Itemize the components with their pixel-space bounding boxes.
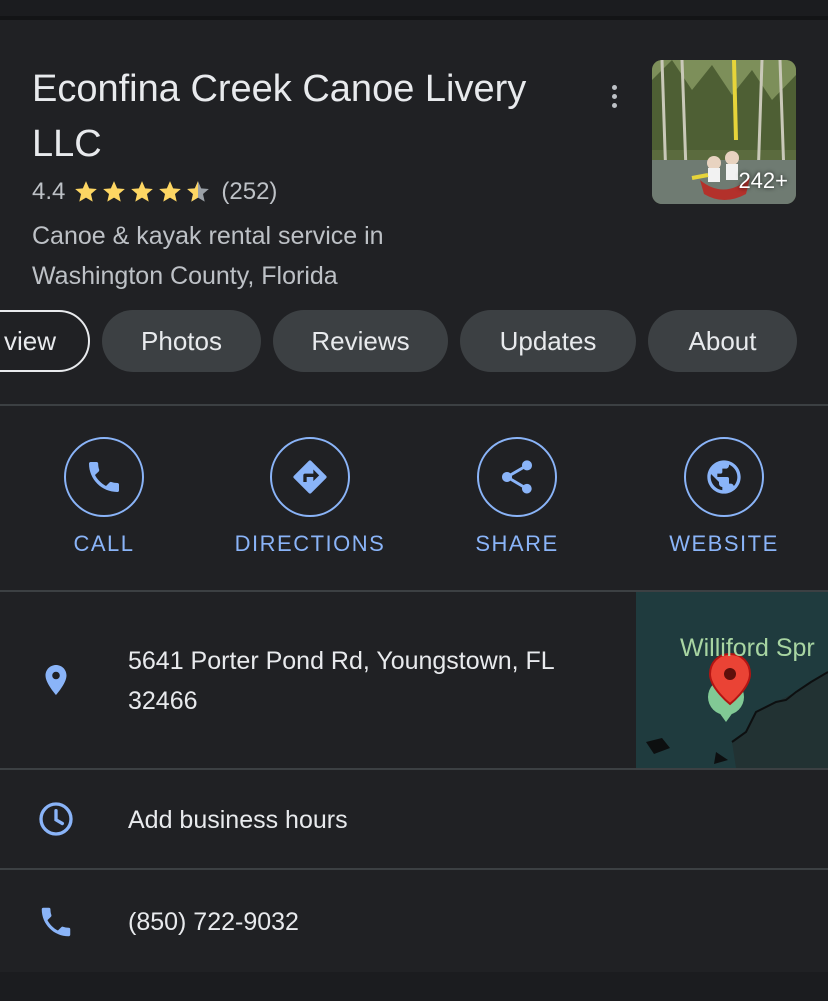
place-header: Econfina Creek Canoe Livery LLC 242+ 4.4 [0, 20, 828, 405]
star-icon [131, 181, 154, 202]
share-label: SHARE [475, 531, 559, 556]
more-options-button[interactable] [596, 78, 632, 114]
star-icon [159, 181, 182, 202]
star-icon [103, 181, 126, 202]
phone-icon [34, 900, 78, 944]
tab-overview[interactable]: view [0, 310, 90, 372]
rating-value: 4.4 [32, 178, 66, 205]
rating-row[interactable]: 4.4 (252) [32, 176, 277, 208]
tab-reviews[interactable]: Reviews [273, 310, 448, 372]
hours-text: Add business hours [128, 806, 348, 834]
address-text: 5641 Porter Pond Rd, Youngstown, FL 3246… [128, 647, 554, 715]
website-button[interactable]: WEBSITE [634, 437, 814, 557]
place-title: Econfina Creek Canoe Livery LLC [32, 68, 527, 165]
share-icon [502, 460, 532, 494]
phone-icon [89, 462, 119, 492]
rating-stars [73, 179, 213, 205]
globe-icon [707, 460, 741, 494]
tab-about[interactable]: About [648, 310, 797, 372]
hours-row[interactable]: Add business hours [0, 770, 828, 868]
phone-text: (850) 722-9032 [128, 908, 299, 936]
call-label: CALL [73, 531, 135, 556]
directions-icon [293, 460, 327, 494]
place-photo-thumbnail[interactable]: 242+ [652, 60, 796, 204]
star-half-icon [187, 181, 210, 202]
directions-button[interactable]: DIRECTIONS [220, 437, 400, 557]
call-button[interactable]: CALL [14, 437, 194, 557]
phone-row[interactable]: (850) 722-9032 [0, 870, 828, 970]
more-vert-icon [611, 84, 617, 90]
map-image [636, 592, 828, 768]
bottom-bar [0, 972, 828, 1001]
place-category: Canoe & kayak rental service in Washingt… [32, 222, 384, 290]
star-icon [75, 181, 98, 202]
map-place-label: Williford Spr [680, 634, 815, 662]
place-tabs: view Photos Reviews Updates About [0, 310, 828, 374]
review-count: (252) [221, 178, 278, 205]
tab-photos[interactable]: Photos [102, 310, 261, 372]
quick-actions: CALL DIRECTIONS SHARE WEBSITE [0, 407, 828, 589]
location-pin-icon [34, 658, 78, 702]
directions-label: DIRECTIONS [234, 531, 386, 556]
share-button[interactable]: SHARE [427, 437, 607, 557]
website-label: WEBSITE [669, 531, 779, 556]
clock-icon [34, 797, 78, 841]
tab-updates[interactable]: Updates [460, 310, 636, 372]
section-divider [0, 404, 828, 406]
photo-count: 242+ [738, 168, 788, 193]
map-preview[interactable]: Williford Spr [636, 592, 828, 768]
